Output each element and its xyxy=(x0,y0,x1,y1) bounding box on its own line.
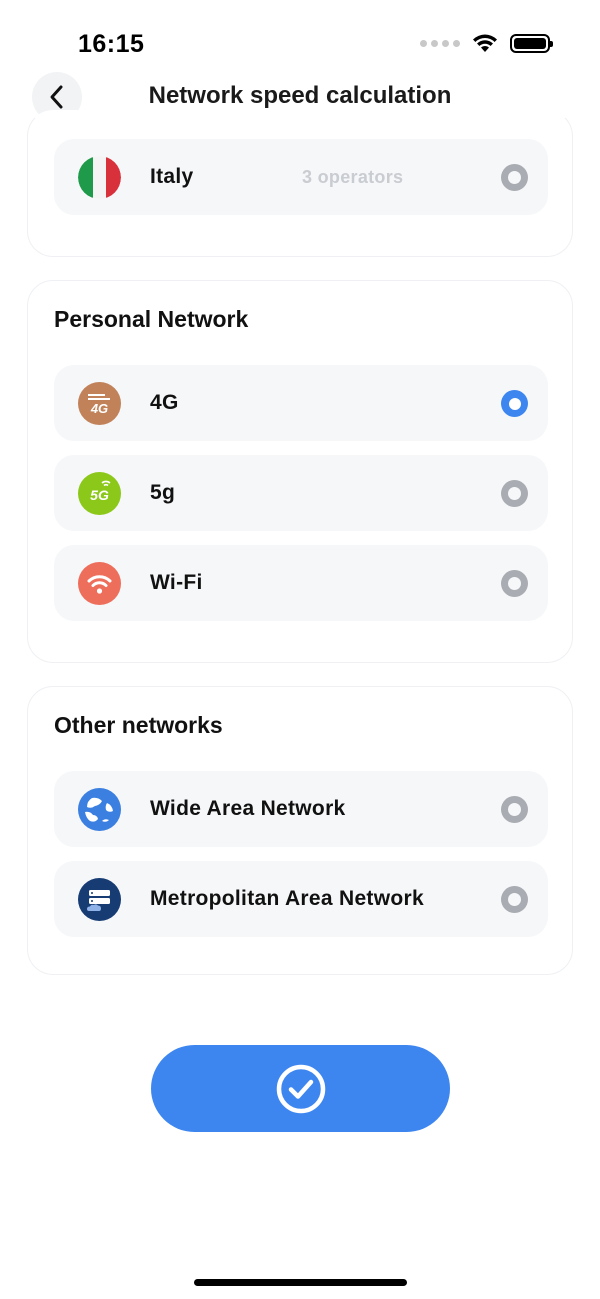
section-title: Personal Network xyxy=(54,306,249,332)
status-bar: 16:15 xyxy=(0,0,600,70)
radio-button[interactable] xyxy=(501,886,528,913)
svg-text:4G: 4G xyxy=(90,401,108,416)
radio-button[interactable] xyxy=(501,796,528,823)
status-time: 16:15 xyxy=(78,30,145,58)
wifi-signal-icon xyxy=(473,34,497,52)
radio-button-selected[interactable] xyxy=(501,390,528,417)
network-row-4g[interactable]: 4G 4G xyxy=(54,365,548,441)
network-label: Wide Area Network xyxy=(150,797,346,820)
country-row-italy[interactable]: Italy 3 operators xyxy=(54,139,548,215)
section-title: Other networks xyxy=(54,712,223,738)
personal-network-card: Personal Network 4G 4G 5G 5g Wi-Fi xyxy=(27,280,573,663)
home-indicator xyxy=(194,1279,407,1286)
svg-text:5G: 5G xyxy=(90,487,109,503)
network-row-wifi[interactable]: Wi-Fi xyxy=(54,545,548,621)
network-label: 5g xyxy=(150,481,176,504)
operator-count: 3 operators xyxy=(302,167,404,187)
check-circle-icon xyxy=(276,1064,325,1113)
radio-button[interactable] xyxy=(501,570,528,597)
radio-button[interactable] xyxy=(501,164,528,191)
battery-icon xyxy=(510,33,553,53)
confirm-button[interactable] xyxy=(151,1045,450,1132)
network-row-5g[interactable]: 5G 5g xyxy=(54,455,548,531)
status-icons xyxy=(420,33,553,53)
4g-icon: 4G xyxy=(78,382,121,425)
other-networks-card: Other networks Wide Area Network Metropo… xyxy=(27,686,573,975)
network-row-man[interactable]: Metropolitan Area Network xyxy=(54,861,548,937)
network-label: 4G xyxy=(150,391,179,414)
italy-flag-icon xyxy=(78,156,121,199)
network-label: Metropolitan Area Network xyxy=(150,887,424,910)
network-label: Wi-Fi xyxy=(150,571,203,594)
page-title: Network speed calculation xyxy=(148,82,452,109)
globe-icon xyxy=(78,788,121,831)
country-label: Italy xyxy=(150,165,194,188)
network-row-wan[interactable]: Wide Area Network xyxy=(54,771,548,847)
server-cloud-icon xyxy=(78,878,121,921)
cellular-signal-icon xyxy=(420,39,460,47)
wifi-icon xyxy=(78,562,121,605)
country-card: Italy 3 operators xyxy=(27,110,573,257)
5g-icon: 5G xyxy=(78,472,121,515)
radio-button[interactable] xyxy=(501,480,528,507)
